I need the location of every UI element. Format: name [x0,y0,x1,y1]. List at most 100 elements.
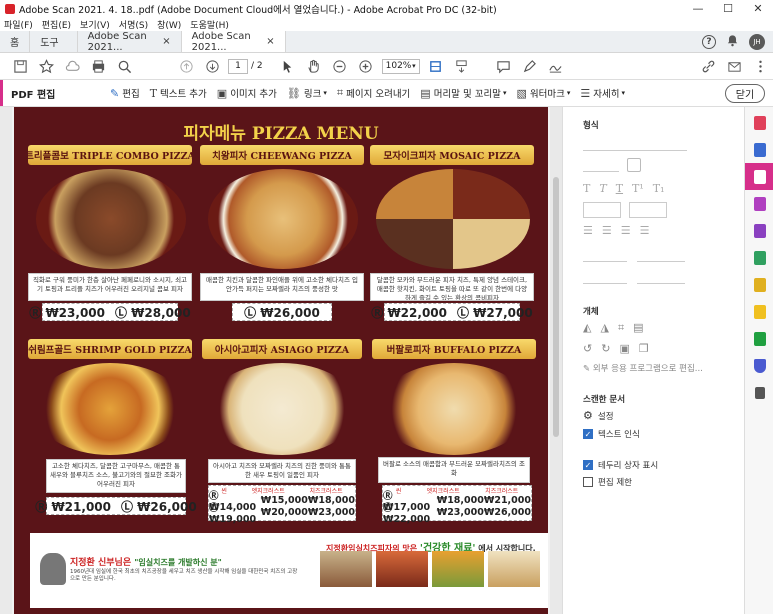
menu-sign[interactable]: 서명(S) [119,18,148,31]
restrict-editing-checkbox[interactable]: 편집 제한 [583,476,632,488]
zoom-in-icon[interactable] [353,56,379,76]
show-bounding-boxes-checkbox[interactable]: ✓ 테두리 상자 표시 [583,459,658,471]
tab-home[interactable]: 홈 [0,31,31,52]
add-image-button[interactable]: ▣ 이미지 추가 [217,86,277,101]
pizza-price[interactable]: Ⓡ ₩23,000 Ⓛ ₩28,000 [29,303,191,321]
ocr-checkbox[interactable]: ✓ 텍스트 인식 [583,428,640,440]
print-production-tool[interactable] [745,325,773,352]
superscript-icon[interactable]: T¹ [632,182,644,195]
replace-image-icon[interactable]: ▣ [619,342,629,355]
flip-vertical-icon[interactable]: ◭ [583,321,591,335]
menu-edit[interactable]: 편집(E) [42,18,71,31]
tab-tools[interactable]: 도구 [30,31,78,52]
pizza-description[interactable]: 직화로 구워 풍미가 한층 살아난 페페로니와 소시지, 쇠고기 토핑과 트리플… [28,273,192,301]
zoom-out-icon[interactable] [327,56,353,76]
more-options-icon[interactable] [747,56,773,76]
pizza-name[interactable]: 트리플콤보 TRIPLE COMBO PIZZA [28,145,192,165]
show-boxes-checkbox-box[interactable]: ✓ [583,460,593,470]
zoom-level-select[interactable]: 102% ▾ [381,58,420,74]
highlight-pen-icon[interactable] [517,56,543,76]
next-page-icon[interactable] [199,56,225,76]
header-footer-button[interactable]: ▤ 머리말 및 꼬리말 ▾ [420,86,506,101]
comment-tool[interactable] [745,298,773,325]
pizza-name[interactable]: 쉬림프골드 SHRIMP GOLD PIZZA [28,339,192,359]
italic-text-icon[interactable]: T [599,182,606,195]
star-icon[interactable] [33,56,59,76]
share-link-icon[interactable] [695,56,721,76]
edit-button[interactable]: ✎ 편집 [110,86,140,101]
founder-title[interactable]: 지정환 신부님은 "임실치즈를 개발하신 분" [70,555,222,568]
pizza-name[interactable]: 아시아고피자 ASIAGO PIZZA [202,339,362,359]
bullet-list-select[interactable] [583,202,621,218]
scan-settings-button[interactable]: ⚙ 설정 [583,409,614,422]
menu-window[interactable]: 창(W) [157,18,181,31]
tab-document-2[interactable]: Adobe Scan 2021... × [181,31,286,53]
pizza-description[interactable]: 매콤한 치킨과 달콤한 파인애플 위에 고소한 체다치즈 입안가득 퍼지는 모짜… [200,273,364,301]
help-icon[interactable]: ? [702,34,716,49]
numbered-list-select[interactable] [629,202,667,218]
paragraph-spacing-select[interactable] [637,248,685,262]
underline-text-icon[interactable]: T [616,182,623,195]
close-icon[interactable]: × [162,36,170,47]
crop-pages-button[interactable]: ⌗ 페이지 오려내기 [337,86,410,100]
pizza-description[interactable]: 버팔로 소스의 매콤함과 부드러운 모짜렐라치즈의 조화 [378,457,530,483]
pdf-page[interactable]: 피자메뉴 PIZZA MENU 트리플콤보 TRIPLE COMBO PIZZA… [14,107,548,614]
align-justify-icon[interactable]: ☰ [640,224,650,237]
pizza-price[interactable]: Ⓡ ₩21,000 Ⓛ ₩26,000 [35,497,197,515]
edit-pdf-tool[interactable] [745,163,773,190]
ocr-checkbox-box[interactable]: ✓ [583,429,593,439]
tab-document-1[interactable]: Adobe Scan 2021... × [78,31,182,53]
prev-page-icon[interactable] [173,56,199,76]
email-icon[interactable] [721,56,747,76]
horizontal-scale-select[interactable] [583,270,627,284]
founder-body[interactable]: 1960년대 임실에 한국 최초의 치즈공장을 세우고 치즈 생산을 시작해 임… [70,569,298,583]
vertical-scrollbar[interactable] [550,107,562,614]
scan-ocr-tool[interactable] [745,271,773,298]
maximize-button[interactable]: ☐ [713,0,743,17]
link-button[interactable]: ⛓ 링크 ▾ [287,86,327,101]
pizza-name[interactable]: 버팔로피자 BUFFALO PIZZA [372,339,536,359]
save-icon[interactable] [7,56,33,76]
align-objects-icon[interactable]: ▤ [633,321,643,335]
zoom-search-icon[interactable] [111,56,137,76]
menu-help[interactable]: 도움말(H) [190,18,229,31]
close-edit-button[interactable]: 닫기 [725,83,765,103]
character-spacing-select[interactable] [637,270,685,284]
avatar[interactable]: JH [749,33,765,50]
fill-sign-tool[interactable] [745,217,773,244]
align-right-icon[interactable]: ☰ [621,224,631,237]
pizza-name[interactable]: 모자이크피자 MOSAIC PIZZA [370,145,534,165]
print-icon[interactable] [85,56,111,76]
font-size-select[interactable] [583,158,619,172]
restrict-checkbox-box[interactable] [583,477,593,487]
export-pdf-tool[interactable] [745,109,773,136]
edit-external-app-button[interactable]: ✎ 외부 응용 프로그램으로 편집... [583,362,703,374]
organize-pages-tool[interactable] [745,244,773,271]
pizza-price[interactable]: Ⓡ ₩22,000 Ⓛ ₩27,000 [371,303,533,321]
bold-text-icon[interactable]: T [583,182,590,195]
pizza-price[interactable]: Ⓛ ₩26,000 [232,303,332,321]
line-spacing-select[interactable] [583,248,627,262]
flip-horizontal-icon[interactable]: ◮ [600,321,608,335]
hand-tool-icon[interactable] [301,56,327,76]
font-family-select[interactable] [583,137,687,151]
pizza-description[interactable]: 달콤한 모카와 부드러운 피자 치즈, 특제 양념 스테이크, 매콤한 핫치킨,… [370,273,534,301]
align-center-icon[interactable]: ☰ [602,224,612,237]
price-table[interactable]: 씬 엣지크러스트 치즈크러스트 Ⓡ ₩14,000 ₩15,000 ₩18,000 Ⓛ … [208,485,356,525]
add-text-button[interactable]: T 텍스트 추가 [150,86,207,101]
menu-file[interactable]: 파일(F) [4,18,33,31]
rotate-left-icon[interactable]: ↺ [583,342,592,355]
menu-view[interactable]: 보기(V) [80,18,110,31]
pizza-name[interactable]: 치왕피자 CHEEWANG PIZZA [200,145,364,165]
align-left-icon[interactable]: ☰ [583,224,593,237]
comment-icon[interactable] [491,56,517,76]
rotate-right-icon[interactable]: ↻ [601,342,610,355]
bell-icon[interactable] [726,34,739,50]
scrollbar-thumb[interactable] [553,177,559,437]
close-icon[interactable]: × [266,36,274,47]
crop-object-icon[interactable]: ⌗ [618,321,624,335]
pizza-description[interactable]: 아시아고 치즈와 모짜렐라 치즈의 진한 풍미와 통통한 새우 토핑이 일품인 … [208,459,356,483]
font-size-help-icon[interactable] [627,158,641,172]
arrange-icon[interactable]: ❐ [639,342,649,355]
subscript-icon[interactable]: T₁ [653,182,665,195]
